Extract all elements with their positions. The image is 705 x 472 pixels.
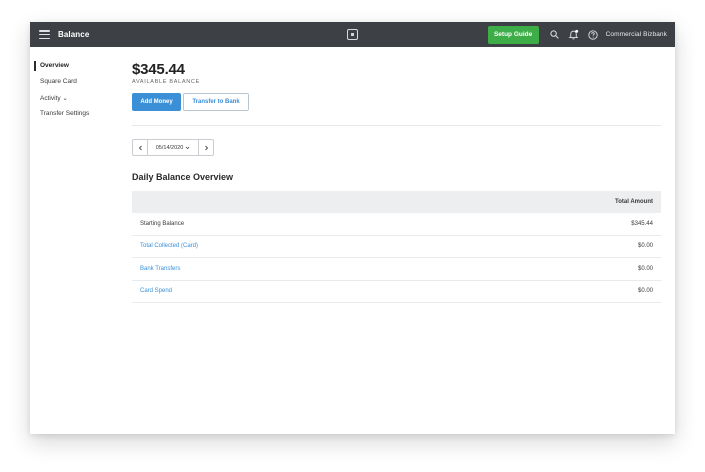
bell-icon[interactable] xyxy=(567,28,581,42)
table-header: Total Amount xyxy=(132,191,661,213)
chevron-left-icon xyxy=(138,145,142,150)
account-name[interactable]: Commercial Bizbank xyxy=(606,31,667,38)
sidebar-item-transfer-settings[interactable]: Transfer Settings xyxy=(40,110,89,117)
row-value: $345.44 xyxy=(631,220,653,227)
row-label: Starting Balance xyxy=(140,220,185,227)
table-row: Card Spend $0.00 xyxy=(132,281,661,303)
date-value: 05/14/2020 xyxy=(155,144,184,151)
row-link[interactable]: Card Spend xyxy=(140,288,172,294)
table-row: Bank Transfers $0.00 xyxy=(132,258,661,281)
row-link[interactable]: Bank Transfers xyxy=(140,266,180,272)
row-value: $0.00 xyxy=(637,243,653,250)
balance-amount: $345.44 xyxy=(132,61,185,78)
app-title: Balance xyxy=(58,30,90,39)
menu-icon[interactable] xyxy=(39,30,50,39)
sidebar-item-activity[interactable]: Activity ⌄ xyxy=(40,94,68,102)
chevron-right-icon xyxy=(204,145,208,150)
help-icon[interactable] xyxy=(586,28,600,42)
add-money-button[interactable]: Add Money xyxy=(132,93,181,111)
row-value: $0.00 xyxy=(637,288,653,295)
square-logo-icon[interactable] xyxy=(347,29,358,40)
row-value: $0.00 xyxy=(637,265,653,272)
search-icon[interactable] xyxy=(548,28,562,42)
chevron-down-icon xyxy=(185,146,190,149)
divider xyxy=(132,125,661,126)
main-content: $345.44 AVAILABLE BALANCE Add Money Tran… xyxy=(132,47,661,434)
section-title: Daily Balance Overview xyxy=(132,172,234,182)
active-indicator xyxy=(34,61,36,71)
balance-table: Total Amount Starting Balance $345.44 To… xyxy=(132,191,661,303)
table-row: Starting Balance $345.44 xyxy=(132,213,661,236)
column-header-total-amount: Total Amount xyxy=(615,199,653,205)
transfer-to-bank-button[interactable]: Transfer to Bank xyxy=(183,93,249,111)
balance-label: AVAILABLE BALANCE xyxy=(132,79,200,85)
setup-guide-button[interactable]: Setup Guide xyxy=(487,25,539,44)
previous-date-button[interactable] xyxy=(132,139,148,156)
date-picker[interactable]: 05/14/2020 xyxy=(148,139,198,156)
table-row: Total Collected (Card) $0.00 xyxy=(132,236,661,258)
sidebar-item-overview[interactable]: Overview xyxy=(40,62,69,69)
top-bar: Balance Setup Guide Commercial Bizbank xyxy=(30,22,675,47)
next-date-button[interactable] xyxy=(198,139,214,156)
sidebar-item-square-card[interactable]: Square Card xyxy=(40,78,77,85)
topbar-actions: Setup Guide Commercial Bizbank xyxy=(487,22,675,47)
app-window: Balance Setup Guide Commercial Bizbank O… xyxy=(30,22,675,434)
date-navigator: 05/14/2020 xyxy=(132,139,214,156)
sidebar: Overview Square Card Activity ⌄ Transfer… xyxy=(30,47,120,434)
row-link[interactable]: Total Collected (Card) xyxy=(140,243,198,249)
